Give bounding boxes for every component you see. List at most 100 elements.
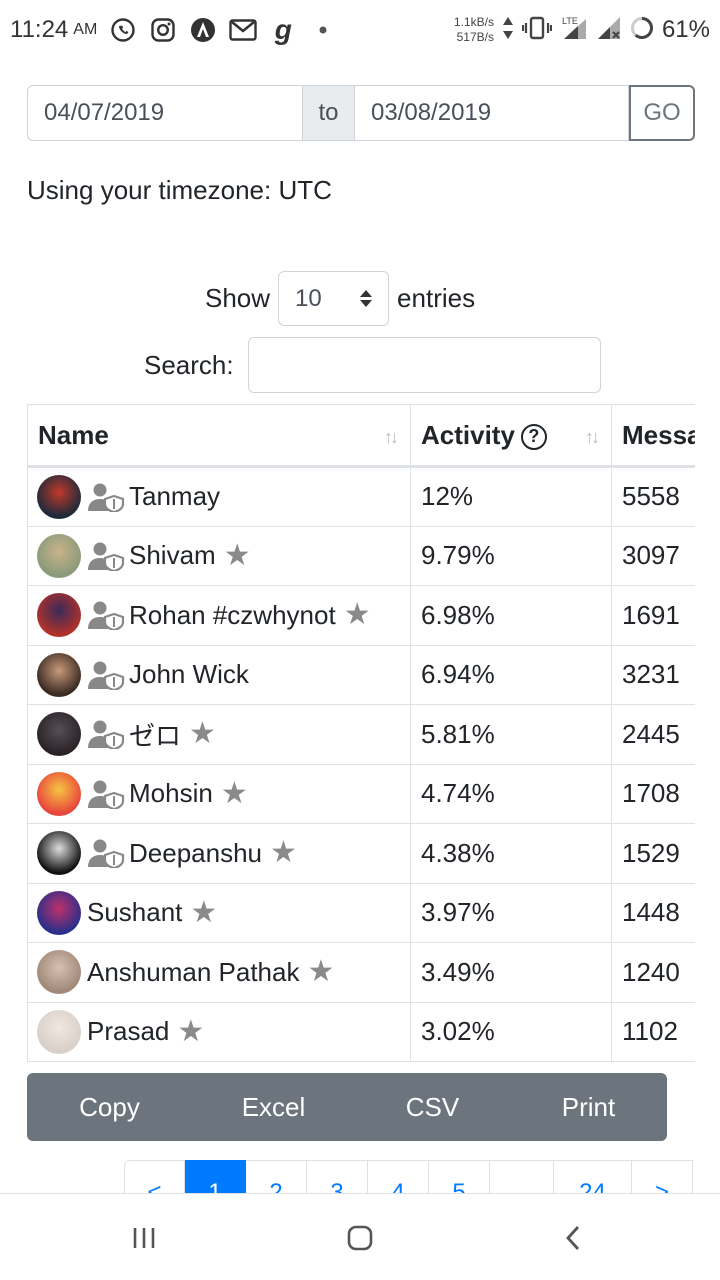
leaderboard-table: Name ↑↓ Activity? ↑↓ Messa Tanmay 12% 5558… — [27, 404, 695, 1062]
star-icon: ★ — [307, 955, 335, 989]
user-name[interactable]: Prasad — [87, 1016, 169, 1047]
battery-ring-icon — [630, 16, 654, 45]
dot-icon — [309, 16, 337, 44]
column-header-messages-label: Messa — [622, 419, 695, 450]
user-entry: Shivam ★ — [37, 527, 400, 585]
copy-button[interactable]: Copy — [27, 1073, 192, 1141]
back-icon[interactable] — [553, 1220, 593, 1256]
speed-down: 517B/s — [456, 30, 494, 44]
user-entry: Rohan #czwhynot ★ — [37, 586, 400, 644]
column-header-name[interactable]: Name ↑↓ — [27, 404, 411, 468]
name-cell: Sushant ★ — [27, 882, 411, 943]
star-icon: ★ — [189, 717, 216, 751]
messages-cell: 3231 — [611, 644, 695, 705]
user-entry: Anshuman Pathak ★ — [37, 943, 400, 1001]
moderator-shield-icon — [88, 483, 125, 512]
avatar[interactable] — [37, 771, 81, 816]
column-header-activity[interactable]: Activity? ↑↓ — [410, 404, 612, 468]
user-name[interactable]: ゼロ — [129, 716, 181, 753]
user-name[interactable]: Anshuman Pathak — [87, 957, 299, 988]
table-header-row: Name ↑↓ Activity? ↑↓ Messa — [27, 404, 695, 468]
excel-button[interactable]: Excel — [192, 1073, 355, 1141]
leaderboard-table-wrapper[interactable]: Name ↑↓ Activity? ↑↓ Messa Tanmay 12% 5558… — [27, 404, 695, 1062]
search-input[interactable] — [247, 337, 601, 393]
user-entry: Mohsin ★ — [37, 765, 400, 823]
name-cell: Shivam ★ — [27, 525, 411, 586]
messages-cell: 1448 — [611, 882, 695, 943]
table-row: Deepanshu ★ 4.38% 1529 — [27, 823, 695, 884]
column-header-messages[interactable]: Messa — [611, 404, 695, 468]
user-name[interactable]: Rohan #czwhynot — [129, 600, 336, 631]
messages-cell: 1708 — [611, 763, 695, 824]
table-row: Tanmay 12% 5558 — [27, 466, 695, 527]
messages-cell: 5558 — [611, 466, 695, 527]
vibrate-icon — [521, 16, 553, 45]
name-cell: John Wick — [27, 644, 411, 705]
entries-label: entries — [397, 283, 476, 313]
user-name[interactable]: John Wick — [129, 659, 249, 690]
user-name[interactable]: Shivam — [129, 540, 216, 571]
user-entry: Prasad ★ — [37, 1003, 400, 1061]
user-name[interactable]: Sushant — [87, 897, 182, 928]
start-date-input[interactable] — [27, 85, 303, 141]
status-time: 11:24 — [10, 16, 69, 43]
avatar[interactable] — [37, 1009, 81, 1054]
help-icon[interactable]: ? — [520, 423, 547, 450]
name-cell: Anshuman Pathak ★ — [27, 942, 411, 1003]
moderator-shield-icon — [88, 601, 125, 631]
csv-button[interactable]: CSV — [355, 1073, 510, 1141]
messages-cell: 1240 — [611, 942, 695, 1003]
star-icon: ★ — [177, 1014, 205, 1048]
avatar[interactable] — [37, 712, 81, 757]
arrow-a-icon — [189, 16, 217, 44]
battery-level: 61% — [661, 16, 710, 43]
messages-cell: 3097 — [611, 525, 695, 586]
avatar[interactable] — [37, 533, 81, 578]
print-button[interactable]: Print — [510, 1073, 667, 1141]
signal-icon-2 — [596, 15, 622, 46]
sort-icon[interactable]: ↑↓ — [384, 427, 399, 448]
recent-apps-icon[interactable] — [124, 1220, 164, 1256]
table-body: Tanmay 12% 5558 Shivam ★ 9.79% 3097 Rohan #czwh… — [27, 466, 695, 1062]
activity-cell: 6.94% — [410, 644, 612, 705]
end-date-input[interactable] — [355, 85, 629, 141]
speed-up: 1.1kB/s — [453, 15, 494, 29]
user-entry: Sushant ★ — [37, 884, 400, 942]
activity-cell: 4.38% — [410, 823, 612, 884]
user-entry: Deepanshu ★ — [37, 824, 400, 882]
table-row: Sushant ★ 3.97% 1448 — [27, 882, 695, 943]
sort-icon[interactable]: ↑↓ — [585, 427, 600, 448]
user-name[interactable]: Deepanshu — [129, 838, 262, 869]
go-button[interactable]: GO — [629, 85, 695, 141]
entries-select[interactable]: 10 — [278, 271, 390, 326]
star-icon: ★ — [220, 776, 248, 810]
timezone-text: Using your timezone: UTC — [27, 175, 332, 205]
user-name[interactable]: Mohsin — [129, 778, 213, 809]
entries-length-menu: Show 10 entries — [205, 271, 475, 326]
g-icon: g — [274, 14, 292, 45]
avatar[interactable] — [37, 950, 81, 995]
avatar[interactable] — [37, 890, 81, 935]
column-header-name-label: Name — [38, 419, 109, 450]
activity-cell: 9.79% — [410, 525, 612, 586]
moderator-shield-icon — [88, 542, 125, 571]
avatar[interactable] — [37, 652, 81, 697]
avatar[interactable] — [37, 474, 81, 519]
column-header-activity-label: Activity — [421, 419, 515, 450]
activity-cell: 5.81% — [410, 704, 612, 765]
user-name[interactable]: Tanmay — [129, 481, 220, 512]
table-row: Prasad ★ 3.02% 1102 — [27, 1001, 695, 1062]
star-icon: ★ — [223, 538, 251, 572]
name-cell: Prasad ★ — [27, 1001, 411, 1062]
moderator-shield-icon — [88, 720, 125, 750]
table-row: Anshuman Pathak ★ 3.49% 1240 — [27, 942, 695, 1003]
network-speed: 1.1kB/s 517B/s — [454, 15, 494, 45]
show-label: Show — [205, 283, 271, 313]
avatar[interactable] — [37, 831, 81, 876]
home-icon[interactable] — [340, 1220, 380, 1256]
moderator-shield-icon — [88, 839, 125, 869]
avatar[interactable] — [37, 593, 81, 638]
instagram-icon — [149, 16, 177, 44]
table-row: Shivam ★ 9.79% 3097 — [27, 525, 695, 586]
data-arrows-icon — [502, 16, 514, 45]
